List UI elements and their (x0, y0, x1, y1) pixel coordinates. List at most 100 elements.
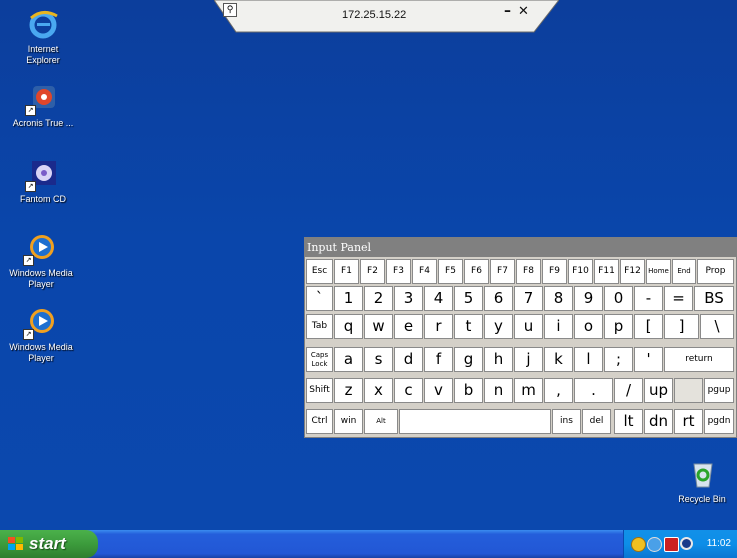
desktop-icon-windows-media-player-2[interactable]: ↗ Windows Media Player (0, 306, 82, 364)
desktop-icon-windows-media-player[interactable]: ↗ Windows Media Player (0, 232, 82, 290)
key-pgdn[interactable]: pgdn (704, 409, 734, 434)
key-semicolon[interactable]: ; (604, 347, 633, 372)
key-f[interactable]: f (424, 347, 453, 372)
desktop-icon-recycle-bin[interactable]: Recycle Bin (665, 458, 737, 505)
desktop-icon-internet-explorer[interactable]: Internet Explorer (2, 8, 84, 66)
key-alt[interactable]: Alt (364, 409, 398, 434)
key-pgup[interactable]: pgup (704, 378, 734, 403)
key-down[interactable]: dn (644, 409, 673, 434)
key-t[interactable]: t (454, 314, 483, 339)
desktop-icon-acronis[interactable]: ↗ Acronis True ... (2, 82, 84, 129)
key-f11[interactable]: F11 (594, 259, 619, 284)
key-right-bracket[interactable]: ] (664, 314, 699, 339)
key-backspace[interactable]: BS (694, 286, 734, 311)
key-slash[interactable]: / (614, 378, 643, 403)
key-x[interactable]: x (364, 378, 393, 403)
key-caps-lock[interactable]: Caps Lock (306, 347, 333, 372)
key-g[interactable]: g (454, 347, 483, 372)
key-a[interactable]: a (334, 347, 363, 372)
network-icon[interactable] (631, 537, 646, 552)
key-equals[interactable]: = (664, 286, 693, 311)
key-f6[interactable]: F6 (464, 259, 489, 284)
key-u[interactable]: u (514, 314, 543, 339)
key-comma[interactable]: , (544, 378, 573, 403)
key-2[interactable]: 2 (364, 286, 393, 311)
key-q[interactable]: q (334, 314, 363, 339)
key-f9[interactable]: F9 (542, 259, 567, 284)
clock[interactable]: 11:02 (707, 538, 731, 549)
key-7[interactable]: 7 (514, 286, 543, 311)
key-f7[interactable]: F7 (490, 259, 515, 284)
internet-explorer-icon (27, 8, 59, 40)
key-f10[interactable]: F10 (568, 259, 593, 284)
key-return[interactable]: return (664, 347, 734, 372)
key-p[interactable]: p (604, 314, 633, 339)
desktop-icon-fantom-cd[interactable]: ↗ Fantom CD (2, 158, 84, 205)
key-h[interactable]: h (484, 347, 513, 372)
input-panel: Input Panel Esc F1 F2 F3 F4 F5 F6 F7 F8 … (304, 237, 737, 438)
key-k[interactable]: k (544, 347, 573, 372)
key-backtick[interactable]: ` (306, 286, 333, 311)
key-9[interactable]: 9 (574, 286, 603, 311)
key-f3[interactable]: F3 (386, 259, 411, 284)
key-w[interactable]: w (364, 314, 393, 339)
shortcut-arrow-icon: ↗ (23, 329, 34, 340)
key-tab[interactable]: Tab (306, 314, 333, 339)
key-home[interactable]: Home (646, 259, 671, 284)
input-panel-title[interactable]: Input Panel (305, 238, 736, 257)
key-l[interactable]: l (574, 347, 603, 372)
key-shift[interactable]: Shift (306, 378, 333, 403)
key-space[interactable] (399, 409, 551, 434)
key-c[interactable]: c (394, 378, 423, 403)
key-end[interactable]: End (672, 259, 696, 284)
key-5[interactable]: 5 (454, 286, 483, 311)
key-win[interactable]: win (334, 409, 363, 434)
key-o[interactable]: o (574, 314, 603, 339)
key-backslash[interactable]: \ (700, 314, 734, 339)
key-b[interactable]: b (454, 378, 483, 403)
key-ctrl[interactable]: Ctrl (306, 409, 333, 434)
key-prop[interactable]: Prop (697, 259, 734, 284)
key-f4[interactable]: F4 (412, 259, 437, 284)
start-button[interactable]: start (0, 530, 98, 558)
key-f5[interactable]: F5 (438, 259, 463, 284)
key-y[interactable]: y (484, 314, 513, 339)
key-3[interactable]: 3 (394, 286, 423, 311)
key-r[interactable]: r (424, 314, 453, 339)
key-e[interactable]: e (394, 314, 423, 339)
key-i[interactable]: i (544, 314, 573, 339)
key-4[interactable]: 4 (424, 286, 453, 311)
key-f8[interactable]: F8 (516, 259, 541, 284)
key-6[interactable]: 6 (484, 286, 513, 311)
key-f12[interactable]: F12 (620, 259, 645, 284)
messenger-icon[interactable] (647, 537, 662, 552)
key-j[interactable]: j (514, 347, 543, 372)
key-f2[interactable]: F2 (360, 259, 385, 284)
key-period[interactable]: . (574, 378, 613, 403)
security-shield-icon[interactable] (664, 537, 679, 552)
key-left-bracket[interactable]: [ (634, 314, 663, 339)
key-s[interactable]: s (364, 347, 393, 372)
key-d[interactable]: d (394, 347, 423, 372)
key-right[interactable]: rt (674, 409, 703, 434)
key-f1[interactable]: F1 (334, 259, 359, 284)
key-del[interactable]: del (582, 409, 611, 434)
key-m[interactable]: m (514, 378, 543, 403)
key-minus[interactable]: - (634, 286, 663, 311)
key-8[interactable]: 8 (544, 286, 573, 311)
key-z[interactable]: z (334, 378, 363, 403)
pin-icon[interactable]: ⚲ (223, 3, 237, 17)
key-n[interactable]: n (484, 378, 513, 403)
key-0[interactable]: 0 (604, 286, 633, 311)
key-quote[interactable]: ' (634, 347, 663, 372)
key-left[interactable]: lt (614, 409, 643, 434)
key-ins[interactable]: ins (552, 409, 581, 434)
key-blank[interactable] (674, 378, 703, 403)
volume-icon[interactable] (680, 537, 693, 550)
key-v[interactable]: v (424, 378, 453, 403)
key-1[interactable]: 1 (334, 286, 363, 311)
close-button[interactable]: ✕ (518, 4, 529, 19)
minimize-button[interactable]: – (504, 3, 511, 19)
key-esc[interactable]: Esc (306, 259, 333, 284)
key-up[interactable]: up (644, 378, 673, 403)
